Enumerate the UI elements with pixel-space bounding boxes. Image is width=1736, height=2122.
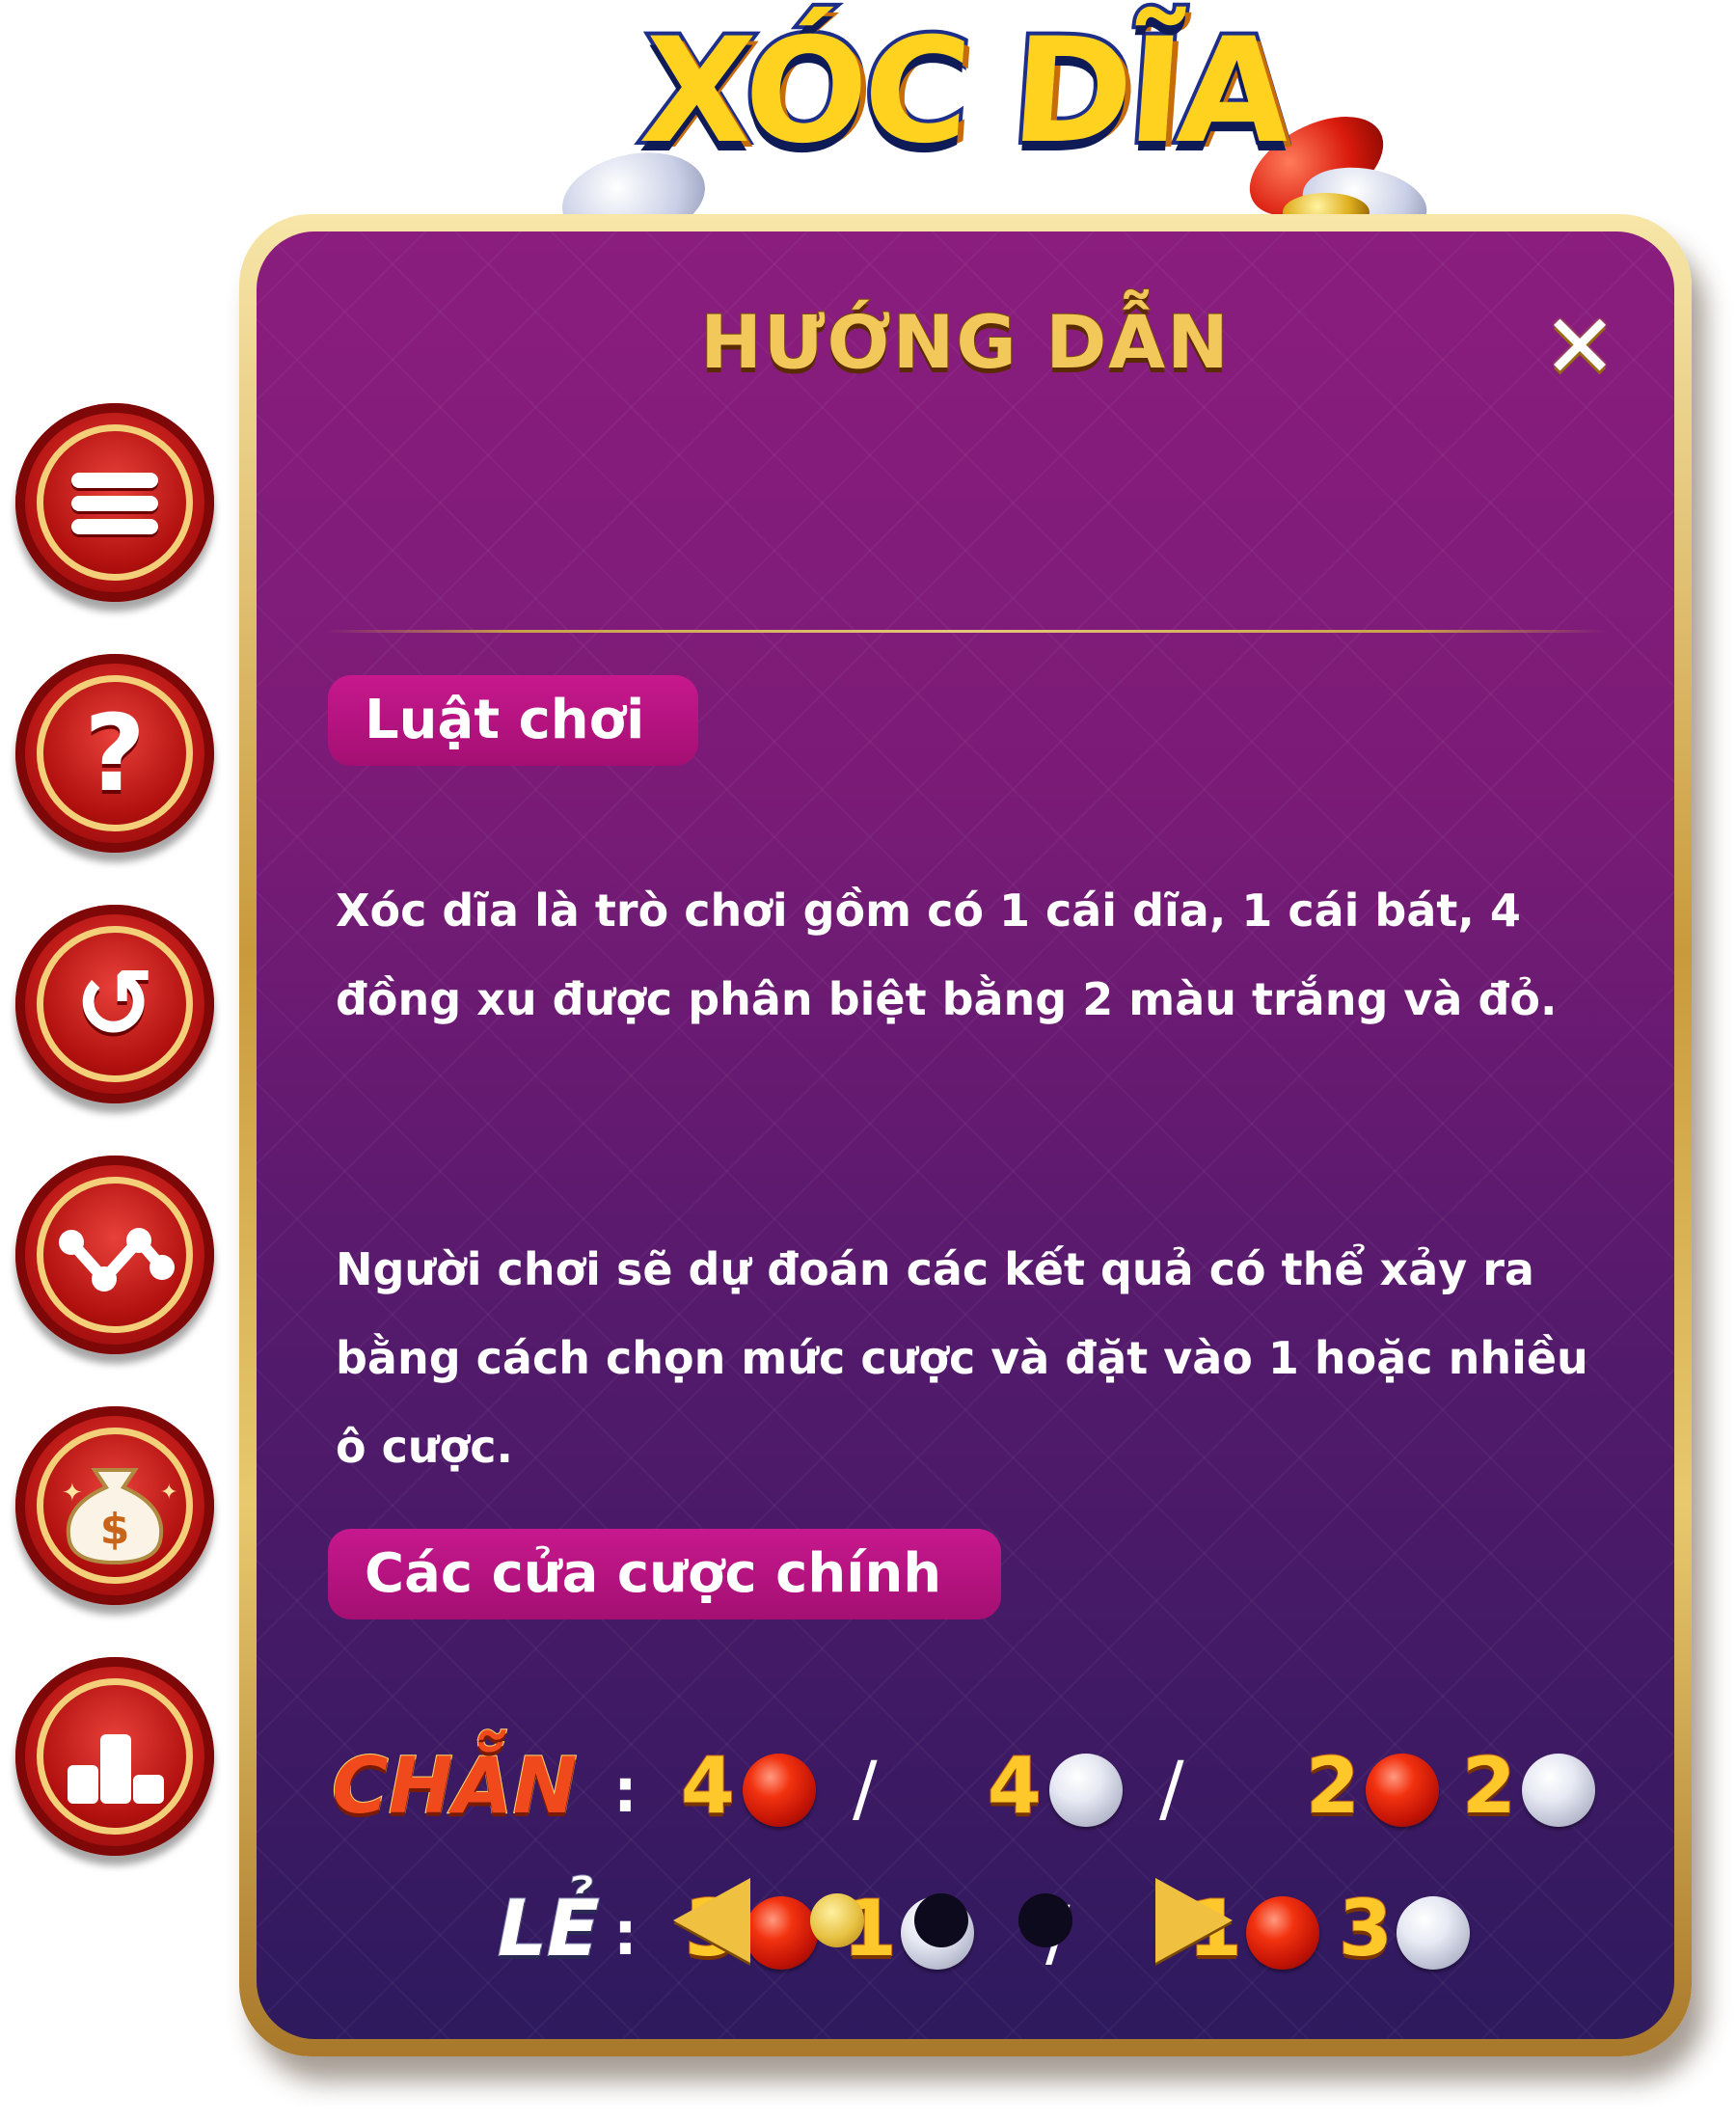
arrow-right-icon[interactable] <box>1155 1878 1233 1963</box>
svg-text:$: $ <box>100 1505 130 1554</box>
money-bag-button[interactable]: $ ✦ ✦ <box>15 1406 214 1605</box>
page-dot-3[interactable] <box>1018 1893 1072 1947</box>
leaderboard-button[interactable] <box>15 1657 214 1856</box>
bet-count-white: 3 <box>1338 1884 1394 1973</box>
title-divider <box>324 630 1607 633</box>
game-logo: XÓC DĨA <box>540 4 1466 256</box>
bet-label-le: LẺ <box>497 1884 601 1973</box>
section-heading-rules: Luật chơi <box>328 675 698 766</box>
rules-paragraph-1: Xóc dĩa là trò chơi gồm có 1 cái dĩa, 1 … <box>336 884 1558 1025</box>
red-coin-icon <box>743 1754 816 1827</box>
logo-text: XÓC DĨA <box>633 4 1297 179</box>
svg-text:✦: ✦ <box>62 1479 83 1508</box>
stats-button[interactable] <box>15 1156 214 1354</box>
bet-colon: : <box>613 1898 637 1969</box>
white-coin-icon <box>1397 1896 1470 1970</box>
bet-count-white: 4 <box>987 1741 1043 1831</box>
white-coin-icon <box>1049 1754 1123 1827</box>
red-coin-icon <box>1246 1896 1319 1970</box>
bet-label-chan: CHẴN <box>331 1741 579 1831</box>
red-coin-icon <box>1366 1754 1439 1827</box>
arrow-left-icon[interactable] <box>673 1878 750 1963</box>
svg-text:✦: ✦ <box>160 1481 177 1505</box>
rules-paragraph-2: Người chơi sẽ dự đoán các kết quả có thể… <box>336 1243 1588 1473</box>
help-icon: ? <box>84 692 146 815</box>
red-coin-icon <box>745 1896 818 1970</box>
close-icon[interactable]: ✕ <box>1541 303 1618 392</box>
bet-colon: : <box>613 1755 637 1826</box>
history-button[interactable]: ↺ <box>15 905 214 1103</box>
section-heading-main-bets: Các cửa cược chính <box>328 1529 1001 1619</box>
menu-button[interactable] <box>15 403 214 602</box>
bet-count-red: 2 <box>1305 1741 1361 1831</box>
white-coin-icon <box>1522 1754 1595 1827</box>
page-dot-1[interactable] <box>810 1893 864 1947</box>
page-dot-2[interactable] <box>914 1893 968 1947</box>
panel-title: HƯỚNG DẪN <box>699 298 1231 386</box>
bet-separator: / <box>1159 1745 1184 1831</box>
bet-count-red: 4 <box>680 1741 736 1831</box>
guide-panel-body: HƯỚNG DẪN ✕ Luật chơi Xóc dĩa là trò chơ… <box>257 231 1674 2039</box>
help-button[interactable]: ? <box>15 654 214 853</box>
bet-separator: / <box>853 1745 878 1831</box>
bet-count-white: 2 <box>1461 1741 1517 1831</box>
history-icon: ↺ <box>74 947 155 1060</box>
guide-panel: HƯỚNG DẪN ✕ Luật chơi Xóc dĩa là trò chơ… <box>239 214 1692 2056</box>
